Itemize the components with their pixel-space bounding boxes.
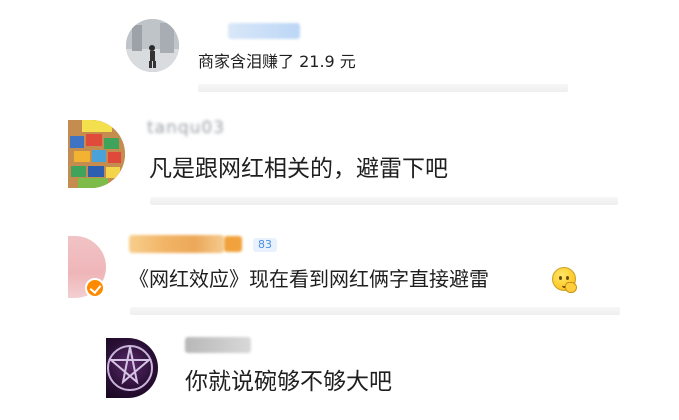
divider [130,307,620,315]
divider [198,84,568,92]
pentagram-avatar-icon[interactable] [106,338,158,398]
divider [150,197,618,205]
level-badge: 83 [253,238,277,252]
comment-text: 你就说碗够不够大吧 [185,369,392,395]
comment-thread: 商家含泪赚了 21.9 元 tanqu03 凡是跟网红相关的，避雷下吧 83 《… [0,0,679,420]
verified-badge-icon [85,278,105,298]
comment-text: 商家含泪赚了 21.9 元 [198,52,356,71]
username-redacted[interactable] [129,235,224,253]
thinking-face-icon [552,267,577,293]
username-redacted[interactable] [228,23,300,39]
photo-avatar-icon[interactable] [126,19,179,72]
member-icon [224,236,242,252]
comment-text: 凡是跟网红相关的，避雷下吧 [149,156,448,182]
comment-text: 《网红效应》现在看到网红俩字直接避雷 [129,267,489,291]
username[interactable]: tanqu03 [147,118,225,138]
toy-blocks-avatar-icon[interactable] [68,120,125,188]
username-redacted[interactable] [185,337,251,353]
